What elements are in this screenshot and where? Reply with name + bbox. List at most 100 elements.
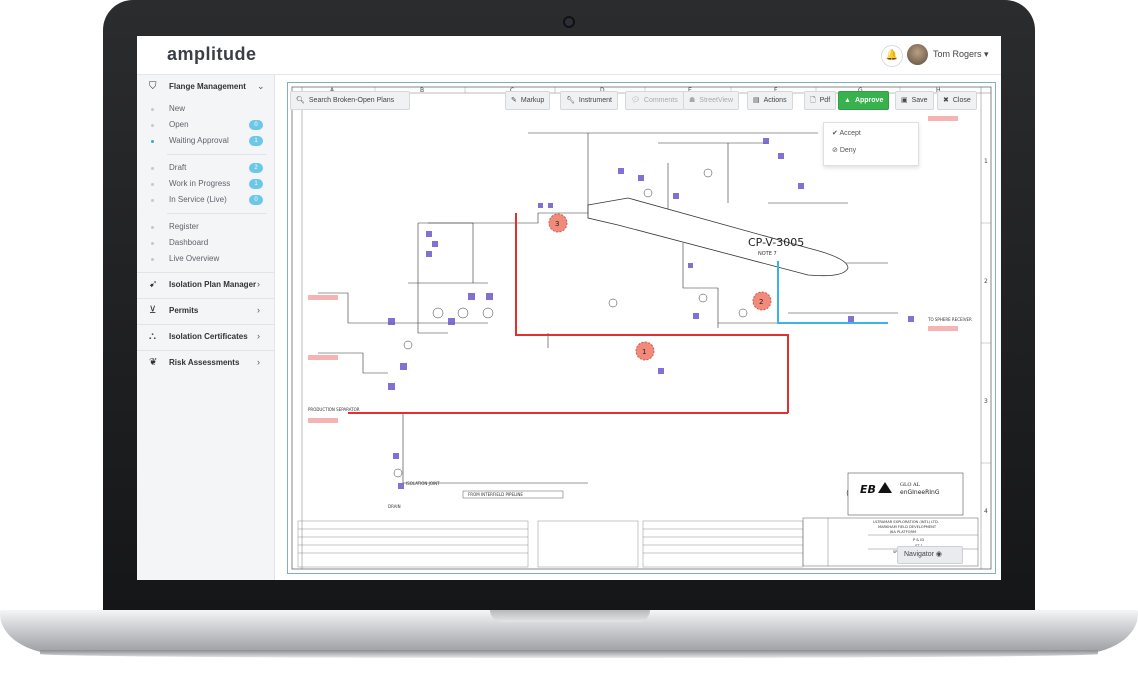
project-name: MARKHAM FIELD DEVELOPMENT — [878, 525, 937, 529]
chevron-right-icon: › — [257, 305, 260, 315]
sidebar-item-label: Waiting Approval — [169, 136, 229, 145]
comments-button[interactable]: 💬︎ Comments — [625, 91, 684, 110]
close-button[interactable]: ✖ Close — [937, 91, 977, 110]
sidebar-item-draft[interactable]: Draft 2 — [137, 161, 274, 176]
count-badge: 0 — [249, 195, 263, 205]
sidebar-section-label: Isolation Plan Manager — [169, 280, 257, 289]
tag-label: FROM INTERFIELD PIPELINE — [468, 492, 523, 497]
user-menu[interactable]: Tom Rogers ▾ — [933, 49, 989, 60]
marker-3[interactable]: 3 — [548, 213, 568, 233]
search-icon: 🔍︎ — [296, 97, 305, 104]
send-icon: ➹ — [149, 279, 158, 290]
grid-row-label: 3 — [984, 398, 988, 405]
sidebar-item-open[interactable]: Open 0 — [137, 118, 274, 133]
pdf-label: Pdf — [819, 97, 831, 104]
book-icon: ▤ — [753, 97, 760, 104]
sidebar-section-label: Isolation Certificates — [169, 332, 248, 341]
grid-col-label: B — [420, 87, 424, 94]
webcam — [565, 18, 573, 26]
sidebar-section-label: Permits — [169, 306, 199, 315]
bullet — [151, 108, 154, 111]
sidebar-item-label: In Service (Live) — [169, 195, 227, 204]
markup-button[interactable]: ✎ Markup — [505, 91, 551, 110]
navigator-label: Navigator — [904, 551, 934, 558]
tag-label: TO SPHERE RECEIVER — [927, 317, 972, 322]
marker-label: 2 — [759, 298, 763, 306]
grid-row-label: 2 — [984, 278, 988, 285]
divider — [167, 213, 267, 214]
approve-dropdown: ✔ Accept ⊘ Deny — [823, 122, 919, 166]
global-logo-text: GLO AL — [900, 482, 921, 488]
bullet — [151, 258, 154, 261]
top-bar: amplitude 🔔 Tom Rogers ▾ — [137, 36, 1001, 75]
marker-label: 1 — [642, 348, 646, 356]
search-plans-button[interactable]: 🔍︎ Search Broken-Open Plans — [290, 91, 410, 110]
avatar[interactable] — [907, 44, 928, 65]
instrument-button[interactable]: 🔧︎ Instrument — [560, 91, 618, 110]
laptop-notch — [490, 610, 650, 622]
sidebar-section-label: Risk Assessments — [169, 358, 240, 367]
pdf-button[interactable]: 🗋 Pdf — [804, 91, 837, 110]
tag-label: DRAIN — [388, 504, 401, 509]
bullet — [151, 183, 154, 186]
chevron-right-icon: › — [257, 331, 260, 341]
sidebar-item-label: New — [169, 104, 186, 113]
sidebar-item-register[interactable]: Register — [137, 220, 274, 235]
chevron-right-icon: › — [257, 279, 260, 289]
marker-label: 3 — [555, 220, 559, 228]
bullet — [151, 167, 154, 170]
person-icon: ☗ — [689, 97, 696, 104]
ban-icon: ⊘ — [832, 147, 840, 154]
sidebar-section-flange[interactable]: ⛉ Flange Management ⌄ — [137, 75, 274, 99]
sidebar-section-risk-assessments[interactable]: ❦ Risk Assessments › — [137, 350, 274, 375]
file-icon: 🗋 — [810, 97, 816, 104]
permit-icon: ⊻ — [149, 305, 157, 316]
count-badge: 1 — [249, 179, 263, 189]
close-icon: ✖ — [943, 97, 949, 104]
sidebar-item-live-overview[interactable]: Live Overview — [137, 252, 274, 267]
marker-2[interactable]: 2 — [752, 291, 772, 311]
vessel-note: NOTE 7 — [758, 251, 777, 257]
sidebar-section-isolation-certificates[interactable]: ⛬ Isolation Certificates › — [137, 324, 274, 349]
sidebar-item-work-in-progress[interactable]: Work in Progress 1 — [137, 177, 274, 192]
comment-icon: 💬︎ — [631, 97, 640, 104]
sidebar: ⛉ Flange Management ⌄ New Open 0 Waiting … — [137, 75, 275, 580]
sidebar-item-new[interactable]: New — [137, 102, 274, 117]
approve-button[interactable]: ▲ Approve — [838, 91, 890, 110]
sidebar-item-label: Open — [169, 120, 189, 129]
save-label: Save — [911, 97, 928, 104]
app-screen: amplitude 🔔 Tom Rogers ▾ ⛉ Flange Manage… — [137, 36, 1001, 580]
bullet — [151, 140, 154, 143]
sidebar-item-label: Register — [169, 222, 199, 231]
grid-row-label: 4 — [984, 508, 988, 515]
vessel[interactable]: CP-V-3005 NOTE 7 — [587, 197, 849, 277]
close-label: Close — [952, 97, 971, 104]
sidebar-item-dashboard[interactable]: Dashboard — [137, 236, 274, 251]
deny-option[interactable]: ⊘ Deny — [832, 146, 856, 154]
save-button[interactable]: ▣ Save — [895, 91, 934, 110]
bullet — [151, 226, 154, 229]
sidebar-section-permits[interactable]: ⊻ Permits › — [137, 298, 274, 323]
sitemap-icon: ⛬ — [149, 331, 156, 342]
sidebar-item-in-service[interactable]: In Service (Live) 0 — [137, 193, 274, 208]
sidebar-item-label: Draft — [169, 163, 187, 172]
accept-label: Accept — [839, 130, 861, 137]
actions-label: Actions — [763, 97, 787, 104]
bullet — [151, 124, 154, 127]
count-badge: 1 — [249, 136, 263, 146]
navigator-button[interactable]: Navigator ◉ — [897, 546, 963, 564]
vessel-label: CP-V-3005 — [748, 236, 804, 249]
engineering-logo-text: enGIneeRInG — [900, 489, 940, 496]
markup-label: Markup — [520, 97, 545, 104]
marker-1[interactable]: 1 — [635, 341, 655, 361]
instrument-label: Instrument — [578, 97, 612, 104]
bell-icon[interactable]: 🔔 — [881, 45, 903, 67]
actions-button[interactable]: ▤ Actions — [747, 91, 793, 110]
accept-option[interactable]: ✔ Accept — [832, 129, 861, 137]
deny-label: Deny — [839, 147, 857, 154]
sidebar-item-waiting-approval[interactable]: Waiting Approval 1 — [137, 134, 274, 149]
sidebar-section-isolation-plan[interactable]: ➹ Isolation Plan Manager › — [137, 272, 274, 297]
search-label: Search Broken-Open Plans — [308, 97, 395, 104]
streetview-button[interactable]: ☗ StreetView — [683, 91, 740, 110]
leaf-icon: ❦ — [149, 357, 158, 368]
